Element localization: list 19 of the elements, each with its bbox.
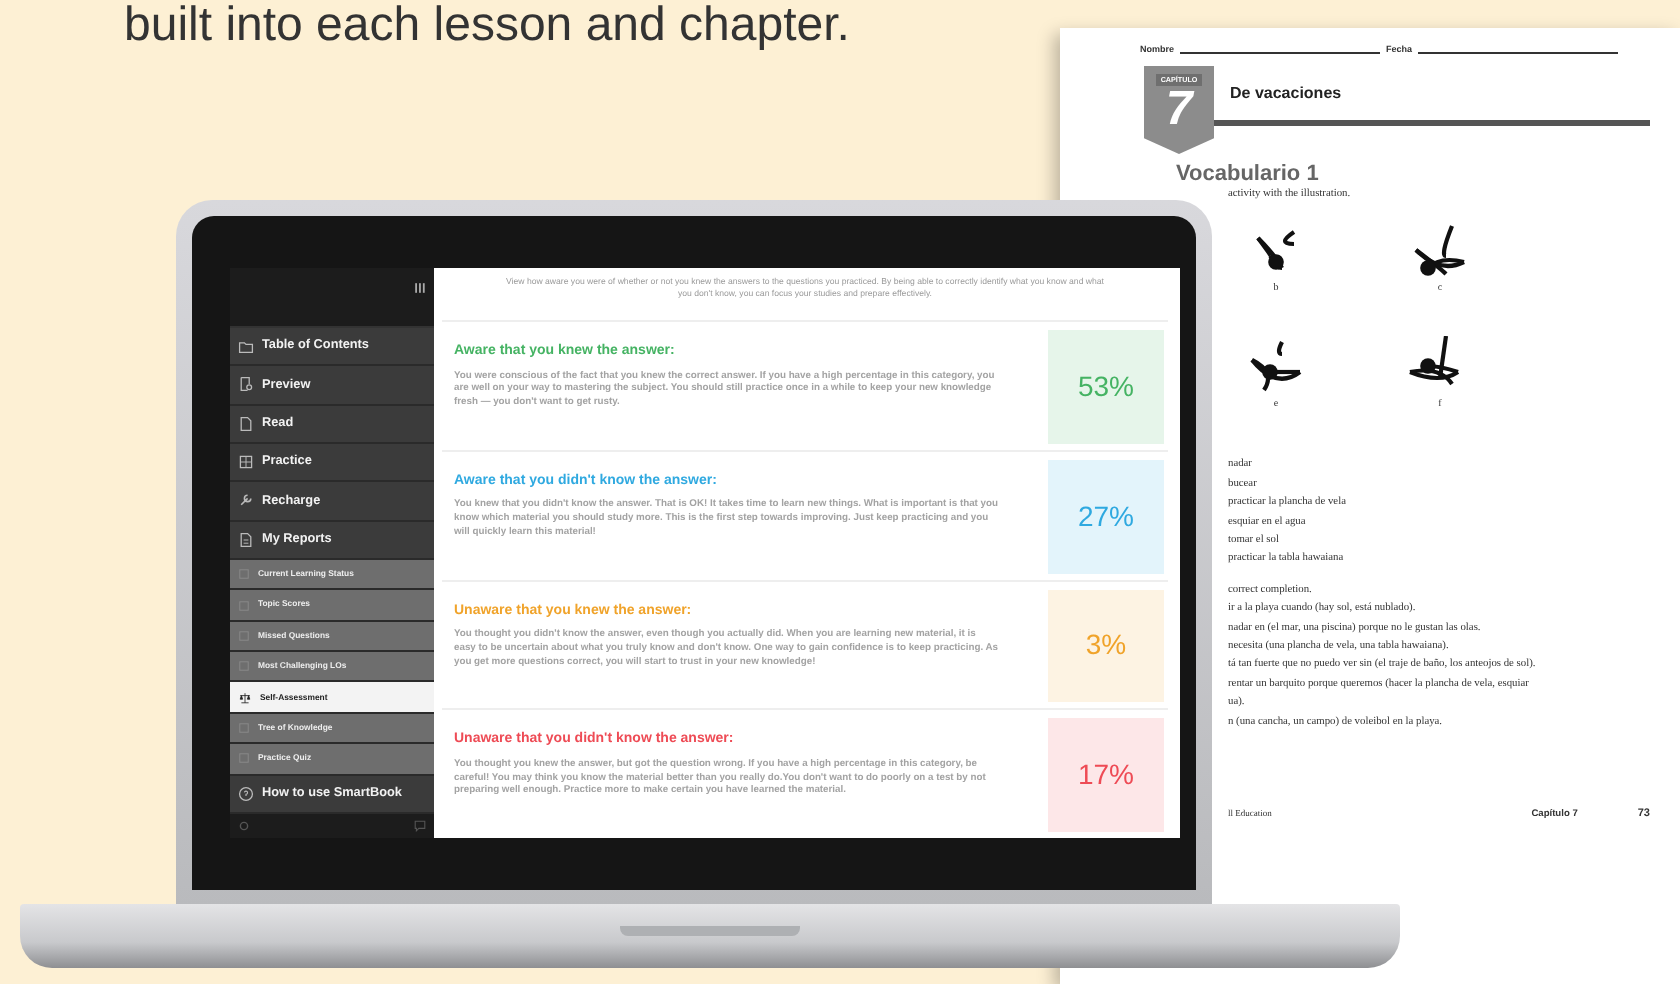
section-title: Vocabulario 1	[1176, 162, 1321, 186]
headline-text: built into each lesson and chapter.	[124, 0, 850, 52]
grid-icon	[238, 454, 254, 471]
chat-icon	[414, 820, 426, 832]
question-circle-icon	[238, 785, 254, 802]
scales-icon	[238, 691, 252, 704]
gear-icon	[238, 820, 250, 832]
percent-value: 17%	[1077, 756, 1135, 795]
wrench-icon	[238, 492, 254, 509]
menu-icon[interactable]	[414, 280, 426, 296]
folder-icon	[238, 338, 254, 355]
percent-value: 53%	[1077, 367, 1135, 406]
document-search-icon	[238, 376, 254, 393]
percent-value: 27%	[1077, 497, 1135, 536]
chapter-number: 7	[1165, 86, 1193, 134]
chapter-title: De vacaciones	[1230, 84, 1342, 102]
document-icon	[238, 415, 254, 432]
document-icon	[238, 531, 254, 548]
percent-value: 3%	[1085, 626, 1127, 665]
